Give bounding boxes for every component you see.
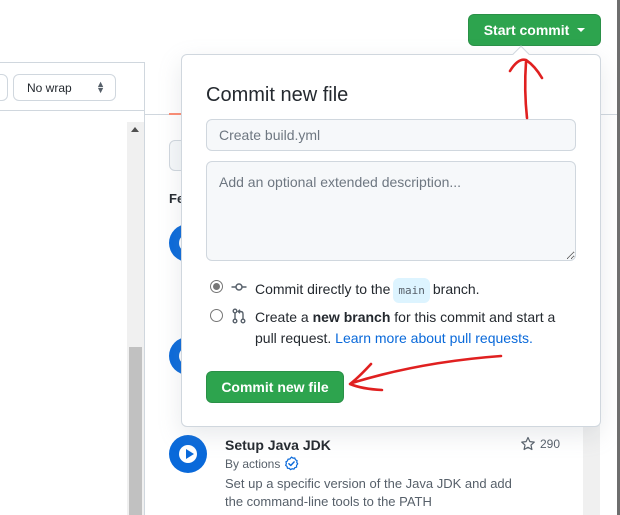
new-branch-option[interactable]: Create a new branch for this commit and … — [210, 307, 570, 349]
screen: No wrap ▲ ▼ Fe Setup Java JDK By actions … — [0, 0, 620, 515]
learn-more-link[interactable]: Learn more about pull requests. — [335, 330, 533, 346]
new-branch-radio[interactable] — [210, 309, 223, 322]
action-author-text: By actions — [225, 456, 281, 471]
panel-scrollbar[interactable] — [583, 425, 600, 515]
toolbar-top-divider — [0, 62, 145, 63]
commit-direct-radio[interactable] — [210, 280, 223, 293]
commit-summary-input[interactable] — [206, 119, 576, 151]
label-bold-text: new branch — [312, 309, 391, 325]
label-text: Commit directly to the — [255, 281, 391, 297]
start-commit-label: Start commit — [483, 22, 570, 38]
git-pull-request-icon — [232, 308, 246, 324]
wrap-mode-select[interactable]: No wrap ▲ ▼ — [13, 74, 116, 101]
action-list-item[interactable]: Setup Java JDK By actions Set up a speci… — [225, 437, 565, 511]
action-description: Set up a specific version of the Java JD… — [225, 476, 512, 509]
action-author: By actions — [225, 456, 565, 471]
branch-name-chip: main — [393, 278, 430, 303]
new-branch-label: Create a new branch for this commit and … — [255, 307, 570, 349]
label-text: branch. — [432, 281, 480, 297]
wrap-mode-value: No wrap — [27, 80, 72, 95]
git-commit-icon — [231, 283, 247, 291]
scroll-up-arrow-icon[interactable] — [131, 127, 139, 132]
commit-new-file-button[interactable]: Commit new file — [206, 371, 344, 403]
star-icon — [521, 436, 535, 451]
editor-divider — [0, 110, 145, 111]
action-title[interactable]: Setup Java JDK — [225, 437, 565, 453]
editor-scrollbar-thumb[interactable] — [129, 347, 142, 515]
popover-title: Commit new file — [206, 84, 349, 106]
verified-badge-icon — [285, 456, 299, 471]
caret-down-icon — [577, 28, 586, 32]
commit-direct-option[interactable]: Commit directly to the main branch. — [210, 278, 480, 303]
label-text: Create a — [255, 309, 309, 325]
play-icon[interactable] — [169, 435, 207, 473]
commit-description-textarea[interactable] — [206, 161, 576, 261]
star-count[interactable]: 290 — [520, 436, 560, 452]
commit-direct-label: Commit directly to the main branch. — [255, 278, 480, 303]
star-count-value: 290 — [540, 437, 561, 451]
select-updown-icon: ▲ ▼ — [96, 79, 105, 95]
commit-button-label: Commit new file — [221, 379, 329, 395]
indent-select[interactable] — [0, 74, 8, 101]
start-commit-button[interactable]: Start commit — [468, 14, 601, 46]
